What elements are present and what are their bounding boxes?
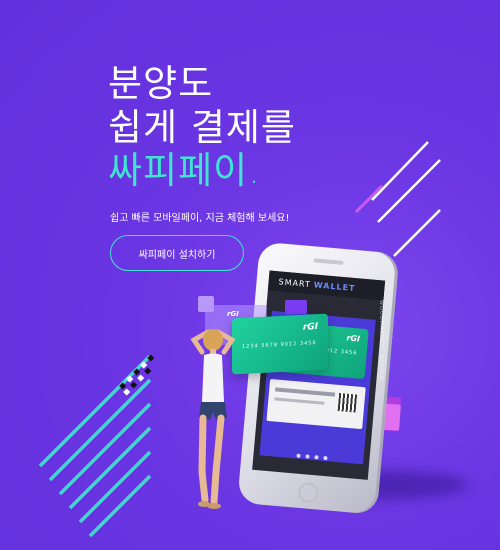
phone-speaker — [313, 258, 344, 265]
deco-line-white-1 — [371, 141, 429, 201]
floating-card-back-logo: rGI — [227, 310, 239, 318]
vertical-decoration-text: WOODMARKET · DESIGN — [378, 300, 384, 381]
headline-line-1: 분양도 — [108, 62, 214, 105]
install-button[interactable]: 싸피페이 설치하기 — [110, 235, 244, 271]
headline: 분양도 쉽게 결제를 싸피페이. — [108, 62, 296, 193]
wallet-brand-suffix: WALLET — [313, 279, 356, 293]
phone-screen: SMART WALLET rGI 1234 5678 9012 3456 — [252, 270, 386, 480]
floating-card-number: 1234 5678 9012 3456 — [242, 340, 317, 350]
floating-card-logo: rGI — [302, 322, 318, 333]
home-button-icon — [297, 481, 320, 504]
wallet-brand-prefix: SMART — [278, 276, 312, 289]
phone-illustration: SMART WALLET rGI 1234 5678 9012 3456 — [237, 241, 420, 525]
headline-line-2: 쉽게 결제를 — [108, 105, 296, 149]
deco-line-white-2 — [377, 159, 441, 223]
hero-banner: 분양도 쉽게 결제를 싸피페이. 쉽고 빠른 모바일페이, 지금 체험해 보세요… — [0, 0, 500, 550]
qr-code-icon — [337, 393, 358, 413]
deco-line-pink — [354, 184, 384, 214]
subtitle: 쉽고 빠른 모바일페이, 지금 체험해 보세요! — [110, 213, 290, 224]
headline-brand: 싸피페이. — [108, 149, 261, 193]
woman-illustration — [190, 329, 236, 509]
wallet-title: SMART WALLET — [267, 270, 386, 301]
floating-tab — [285, 300, 307, 314]
deco-line-white-3 — [393, 209, 441, 257]
phone-body: SMART WALLET rGI 1234 5678 9012 3456 — [237, 241, 400, 515]
screen-card-logo: rGI — [346, 333, 361, 344]
deco-checker — [119, 354, 155, 396]
screen-receipt — [266, 378, 366, 430]
